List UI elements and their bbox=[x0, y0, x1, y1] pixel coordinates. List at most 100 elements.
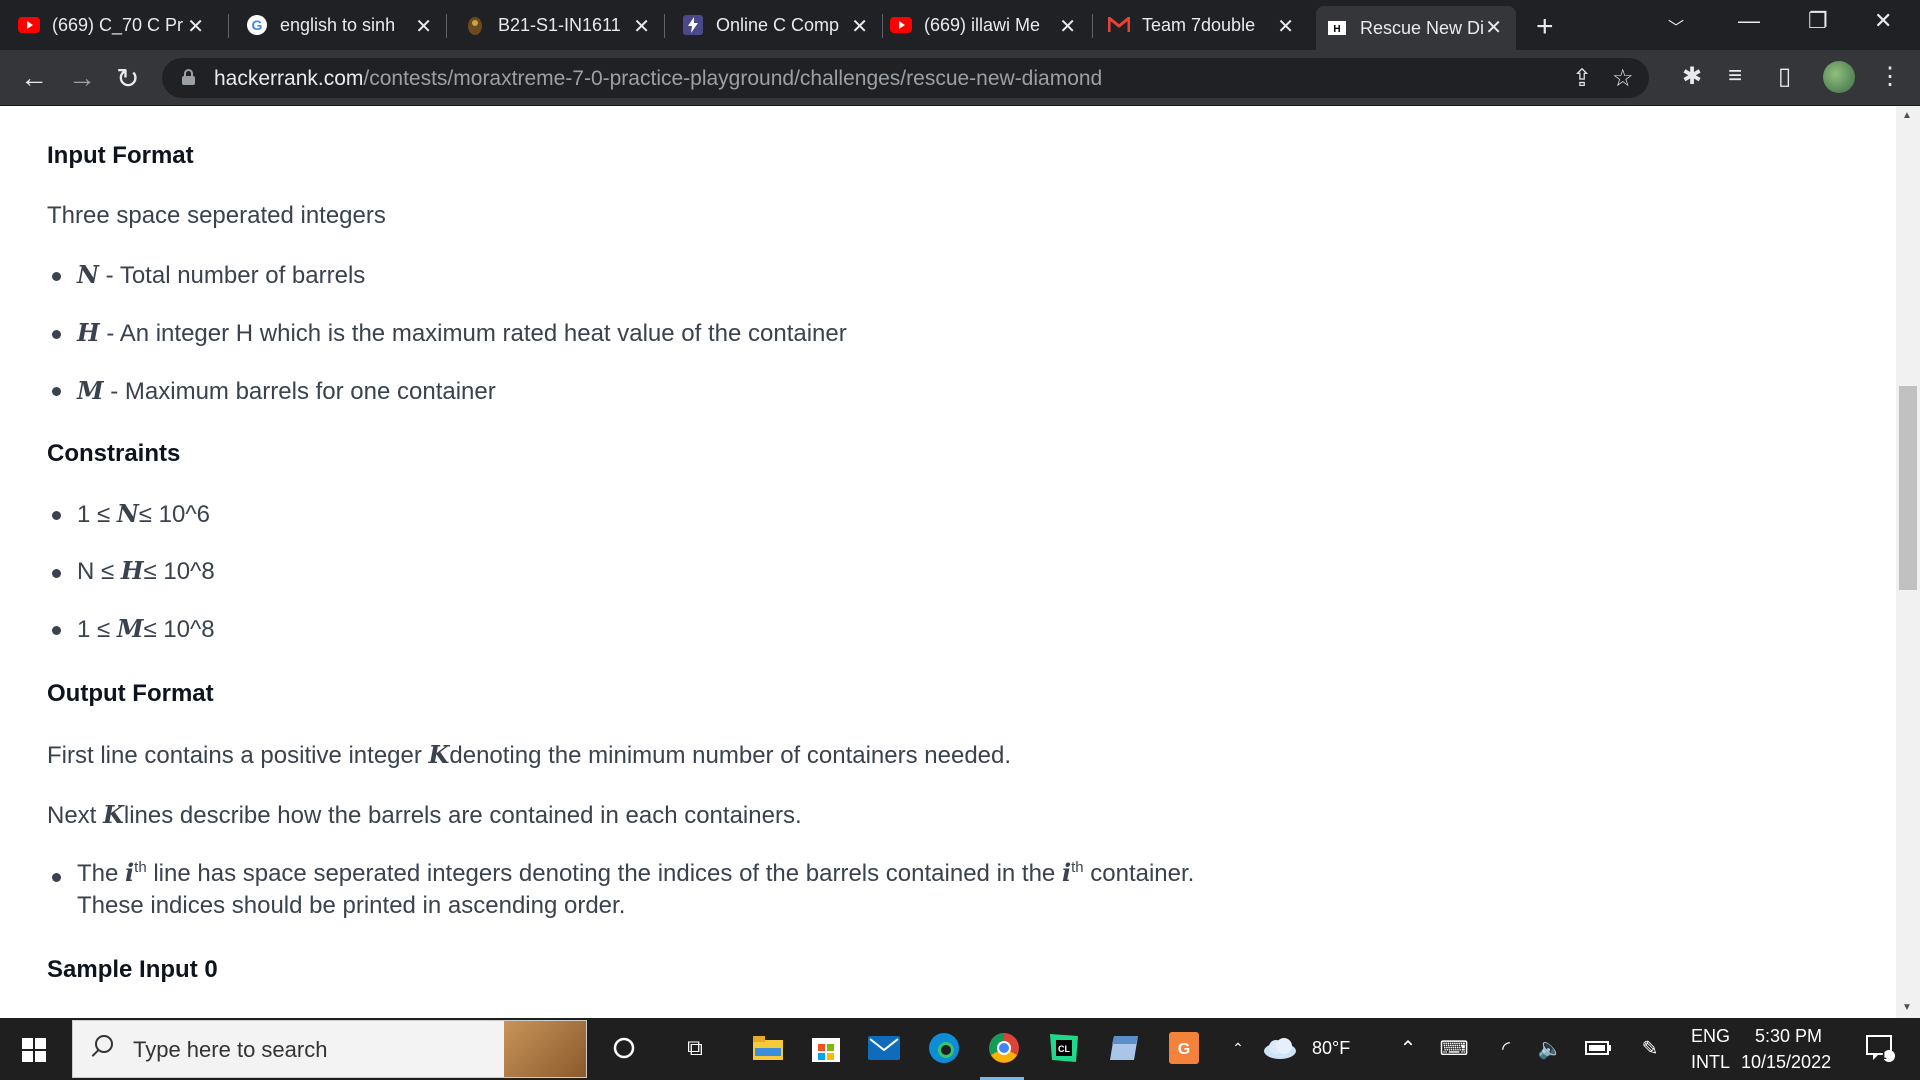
close-icon[interactable]: ✕ bbox=[633, 14, 650, 39]
sample-input-heading: Sample Input 0 bbox=[47, 956, 218, 983]
tab-gmail[interactable]: Team 7double ✕ bbox=[1098, 0, 1308, 50]
bullet-dot bbox=[52, 387, 61, 396]
store-icon[interactable] bbox=[806, 1028, 846, 1068]
menu-icon[interactable]: ⋮ bbox=[1878, 62, 1902, 91]
constraint-m: 1 ≤ M≤ 10^8 bbox=[77, 614, 215, 643]
tab-search-icon[interactable]: ﹀ bbox=[1668, 14, 1684, 38]
restore-icon[interactable]: ❐ bbox=[1808, 8, 1828, 34]
input-format-heading: Input Format bbox=[47, 142, 194, 169]
minimize-icon[interactable]: — bbox=[1738, 8, 1760, 34]
output-format-heading: Output Format bbox=[47, 680, 214, 707]
svg-text:H: H bbox=[1333, 24, 1340, 35]
volume-icon[interactable]: 🔈 bbox=[1530, 1028, 1570, 1068]
clock-date[interactable]: 10/15/2022 bbox=[1741, 1052, 1831, 1073]
input-format-intro: Three space seperated integers bbox=[47, 202, 386, 229]
mail-icon[interactable] bbox=[864, 1028, 904, 1068]
bullet-dot bbox=[52, 569, 61, 578]
scroll-thumb[interactable] bbox=[1899, 386, 1917, 590]
hackerrank-icon: H bbox=[1326, 17, 1348, 39]
pdf-reader-icon[interactable]: G bbox=[1164, 1028, 1204, 1068]
url-text[interactable]: hackerrank.com/contests/moraxtreme-7-0-p… bbox=[214, 67, 1102, 91]
search-placeholder: Type here to search bbox=[133, 1037, 328, 1062]
weather-temp[interactable]: 80°F bbox=[1312, 1038, 1350, 1059]
tab-title: (669) illawi Me bbox=[924, 14, 1041, 35]
youtube-icon bbox=[890, 14, 912, 36]
tab-title: Online C Comp bbox=[716, 14, 840, 35]
language-top[interactable]: ENG bbox=[1691, 1026, 1730, 1047]
close-icon[interactable]: ✕ bbox=[1277, 14, 1294, 39]
gmail-icon bbox=[1108, 14, 1130, 36]
taskbar-search-box[interactable]: Type here to search bbox=[72, 1020, 587, 1078]
close-icon[interactable]: ✕ bbox=[851, 14, 868, 39]
tab-youtube-c[interactable]: (669) C_70 C Pr ✕ bbox=[8, 0, 218, 50]
svg-text:G: G bbox=[1178, 1041, 1190, 1058]
bolt-icon bbox=[682, 14, 704, 36]
close-icon[interactable]: ✕ bbox=[187, 14, 204, 39]
tab-moodle[interactable]: B21-S1-IN1611 ✕ bbox=[454, 0, 664, 50]
url-path: /contests/moraxtreme-7-0-practice-playgr… bbox=[363, 67, 1103, 90]
bullet-dot bbox=[52, 873, 61, 882]
clion-icon[interactable]: CL bbox=[1044, 1028, 1084, 1068]
task-view-icon[interactable]: ⧉ bbox=[675, 1028, 715, 1068]
tab-online-compiler[interactable]: Online C Comp ✕ bbox=[672, 0, 882, 50]
cortana-icon[interactable] bbox=[604, 1028, 644, 1068]
navigation-bar: ← → ↻ hackerrank.com/contests/moraxtreme… bbox=[0, 50, 1920, 106]
tab-youtube-illawi[interactable]: (669) illawi Me ✕ bbox=[880, 0, 1090, 50]
bullet-dot bbox=[52, 626, 61, 635]
chrome-icon[interactable] bbox=[984, 1028, 1024, 1068]
reload-icon[interactable]: ↻ bbox=[116, 62, 139, 95]
tab-title: B21-S1-IN1611 bbox=[498, 14, 621, 35]
reading-list-icon[interactable]: ≡ bbox=[1728, 62, 1742, 90]
address-bar[interactable]: hackerrank.com/contests/moraxtreme-7-0-p… bbox=[162, 58, 1649, 98]
show-hidden-icons[interactable]: ⌃ bbox=[1388, 1028, 1428, 1068]
close-icon[interactable]: ✕ bbox=[1485, 15, 1502, 40]
windows-taskbar: Type here to search ⧉ CL G ⌃ 80°F ⌃ ⌨ ◜ … bbox=[0, 1018, 1920, 1080]
bullet-dot bbox=[52, 511, 61, 520]
clock-time[interactable]: 5:30 PM bbox=[1755, 1026, 1822, 1047]
share-icon[interactable]: ⇪ bbox=[1572, 64, 1592, 93]
close-icon[interactable]: ✕ bbox=[415, 14, 432, 39]
scroll-up-icon[interactable]: ▲ bbox=[1902, 110, 1912, 121]
tab-google-translate[interactable]: G english to sinh ✕ bbox=[236, 0, 446, 50]
moodle-icon bbox=[464, 14, 486, 36]
onscreen-keyboard-icon[interactable]: ⌨ bbox=[1434, 1028, 1474, 1068]
page-scrollbar[interactable]: ▲ ▼ bbox=[1896, 106, 1920, 1018]
url-domain: hackerrank.com bbox=[214, 67, 364, 90]
bookmark-star-icon[interactable]: ☆ bbox=[1612, 64, 1634, 93]
profile-avatar[interactable] bbox=[1823, 61, 1855, 93]
svg-text:CL: CL bbox=[1058, 1044, 1070, 1054]
taskbar-scroll-icon[interactable]: ⌃ bbox=[1218, 1028, 1258, 1068]
svg-text:G: G bbox=[252, 17, 263, 33]
language-bottom[interactable]: INTL bbox=[1691, 1052, 1730, 1073]
scroll-down-icon[interactable]: ▼ bbox=[1902, 1002, 1912, 1013]
new-tab-button[interactable]: + bbox=[1536, 10, 1554, 44]
constraint-n: 1 ≤ N≤ 10^6 bbox=[77, 499, 210, 528]
google-icon: G bbox=[246, 14, 268, 36]
constraints-heading: Constraints bbox=[47, 440, 181, 467]
side-panel-icon[interactable]: ▯ bbox=[1778, 62, 1791, 91]
output-line-2: Next Klines describe how the barrels are… bbox=[47, 800, 802, 829]
app-window-icon[interactable] bbox=[1104, 1028, 1144, 1068]
tab-title: Team 7double bbox=[1142, 14, 1256, 35]
tab-title: Rescue New Di bbox=[1360, 17, 1485, 38]
output-bullet-line: The ith line has space seperated integer… bbox=[77, 858, 1195, 887]
forward-icon[interactable]: → bbox=[68, 62, 96, 94]
tab-hackerrank[interactable]: H Rescue New Di ✕ bbox=[1316, 6, 1516, 50]
pen-icon[interactable]: ✎ bbox=[1630, 1028, 1670, 1068]
input-item-m: M - Maximum barrels for one container bbox=[77, 376, 496, 405]
weather-cloud-icon[interactable] bbox=[1260, 1028, 1300, 1068]
input-item-h: H - An integer H which is the maximum ra… bbox=[77, 318, 847, 347]
edge-icon[interactable] bbox=[924, 1028, 964, 1068]
youtube-icon bbox=[18, 14, 40, 36]
back-icon[interactable]: ← bbox=[20, 62, 48, 94]
file-explorer-icon[interactable] bbox=[748, 1028, 788, 1068]
battery-icon[interactable] bbox=[1578, 1028, 1618, 1068]
challenge-content: Input Format Three space seperated integ… bbox=[0, 106, 1896, 1018]
window-close-icon[interactable]: ✕ bbox=[1874, 8, 1892, 34]
lock-icon[interactable] bbox=[182, 69, 195, 85]
close-icon[interactable]: ✕ bbox=[1059, 14, 1076, 39]
windows-start-icon[interactable] bbox=[22, 1038, 46, 1062]
output-line-1: First line contains a positive integer K… bbox=[47, 740, 1012, 769]
wifi-icon[interactable]: ◜ bbox=[1486, 1028, 1526, 1068]
extensions-icon[interactable]: ✱ bbox=[1682, 62, 1702, 91]
